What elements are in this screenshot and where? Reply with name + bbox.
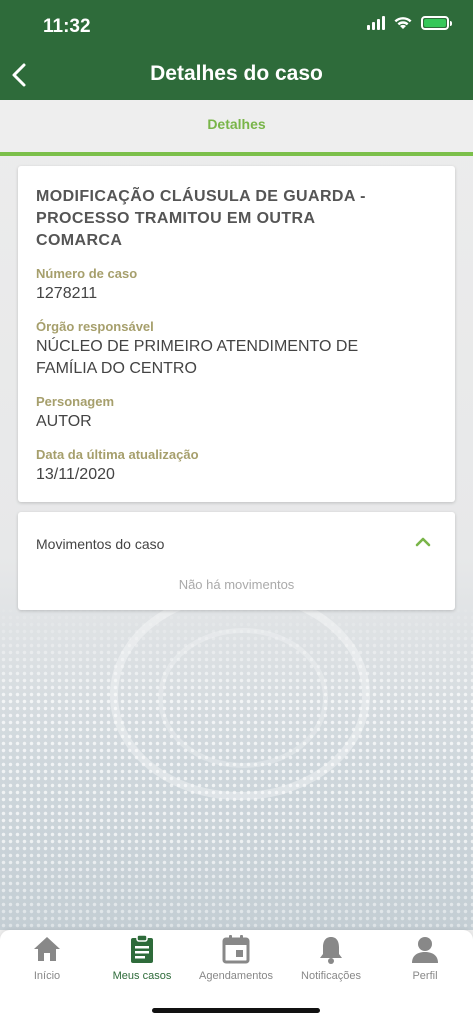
chevron-up-icon[interactable] bbox=[415, 536, 431, 548]
app-header: 11:32 Detalhes do caso bbox=[0, 0, 473, 100]
case-number-label: Número de caso bbox=[36, 266, 138, 281]
movements-title[interactable]: Movimentos do caso bbox=[36, 536, 164, 552]
bell-icon bbox=[320, 937, 342, 964]
wifi-icon bbox=[394, 17, 412, 29]
movements-card: Movimentos do caso Não há movimentos bbox=[18, 512, 455, 610]
status-icons bbox=[367, 16, 452, 30]
watermark-logo bbox=[110, 590, 370, 800]
last-update-label: Data da última atualização bbox=[36, 447, 199, 462]
nav-label-perfil: Perfil bbox=[412, 970, 438, 982]
nav-label-meus-casos: Meus casos bbox=[112, 970, 172, 982]
home-indicator[interactable] bbox=[152, 1008, 320, 1013]
nav-label-notificacoes: Notificações bbox=[301, 970, 361, 982]
case-details-card: MODIFICAÇÃO CLÁUSULA DE GUARDA - PROCESS… bbox=[18, 166, 455, 502]
calendar-icon bbox=[222, 935, 250, 964]
nav-item-notificacoes[interactable]: Notificações bbox=[284, 934, 378, 994]
home-icon bbox=[34, 937, 60, 961]
status-time: 11:32 bbox=[43, 16, 91, 37]
page-title: Detalhes do caso bbox=[150, 62, 323, 85]
nav-label-inicio: Início bbox=[33, 970, 61, 982]
responsible-organ-label: Órgão responsável bbox=[36, 319, 154, 334]
user-icon bbox=[412, 937, 438, 963]
nav-item-meus-casos[interactable]: Meus casos bbox=[95, 934, 189, 994]
responsible-organ-value: NÚCLEO DE PRIMEIRO ATENDIMENTO DE FAMÍLI… bbox=[36, 338, 359, 377]
role-label: Personagem bbox=[36, 394, 115, 409]
nav-label-agendamentos: Agendamentos bbox=[199, 970, 273, 982]
case-title: MODIFICAÇÃO CLÁUSULA DE GUARDA - PROCESS… bbox=[36, 188, 366, 249]
nav-item-agendamentos[interactable]: Agendamentos bbox=[189, 934, 283, 994]
nav-item-perfil[interactable]: Perfil bbox=[378, 934, 472, 994]
tab-bar: Detalhes bbox=[0, 100, 473, 156]
case-number-value: 1278211 bbox=[36, 285, 98, 302]
clipboard-icon bbox=[131, 934, 153, 963]
last-update-value: 13/11/2020 bbox=[36, 466, 115, 483]
role-value: AUTOR bbox=[36, 413, 92, 430]
tab-detalhes[interactable]: Detalhes bbox=[0, 116, 473, 132]
nav-item-inicio[interactable]: Início bbox=[0, 934, 94, 994]
movements-empty-text: Não há movimentos bbox=[178, 577, 295, 592]
cellular-signal-icon bbox=[367, 16, 385, 30]
battery-icon bbox=[421, 16, 452, 30]
